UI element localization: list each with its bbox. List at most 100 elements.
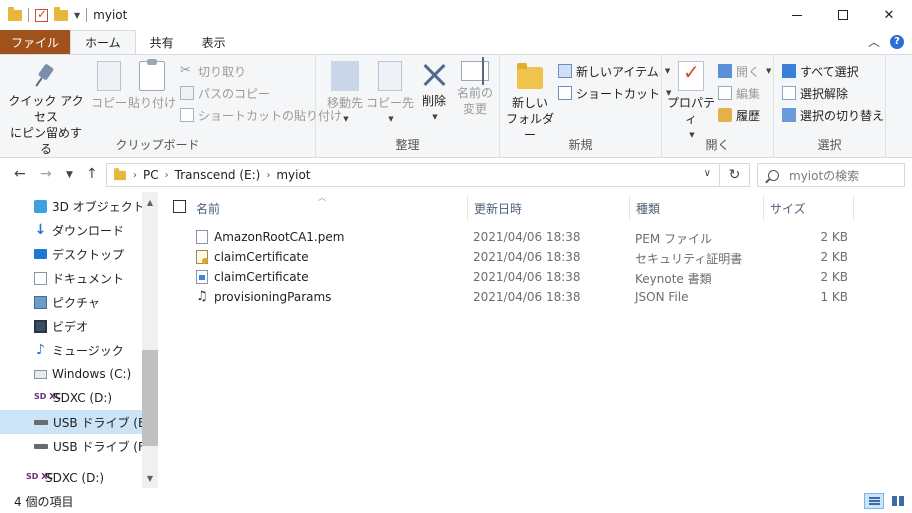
nav-item-label: ピクチャ xyxy=(52,295,100,310)
nav-item-label: デスクトップ xyxy=(52,247,125,262)
nav-scrollbar[interactable]: ▲ ▼ xyxy=(142,192,158,488)
file-type: セキュリティ証明書 xyxy=(635,252,743,266)
details-view-button[interactable] xyxy=(864,493,884,509)
recent-locations-button[interactable]: ▼ xyxy=(66,170,73,180)
open-button[interactable]: 開く ▼ xyxy=(718,61,771,81)
new-folder-quick-icon[interactable] xyxy=(54,6,68,21)
nav-item-documents[interactable]: ドキュメント xyxy=(0,266,142,290)
tab-file[interactable]: ファイル xyxy=(0,30,71,54)
shortcut-button[interactable]: ショートカット ▼ xyxy=(558,83,671,103)
select-none-button[interactable]: 選択解除 xyxy=(782,83,848,103)
new-item-button[interactable]: 新しいアイテム ▼ xyxy=(558,61,670,81)
open-icon xyxy=(718,64,732,78)
copy-label: コピー xyxy=(90,96,127,110)
copy-path-button[interactable]: パスのコピー xyxy=(180,83,270,103)
navigation-pane: 3D オブジェクト ↓ ダウンロード デスクトップ ドキュメント ピクチャ ビデ… xyxy=(0,192,158,488)
nav-item-sdxc-d[interactable]: SD XC SDXC (D:) xyxy=(0,386,142,410)
divider xyxy=(28,8,29,22)
close-button[interactable]: ✕ xyxy=(866,0,912,30)
new-group-label: 新規 xyxy=(568,138,593,152)
search-box[interactable]: myiotの検索 xyxy=(757,163,905,187)
maximize-button[interactable] xyxy=(820,0,866,30)
copy-path-label: パスのコピー xyxy=(198,86,271,101)
file-row[interactable]: claimCertificate 2021/04/06 18:38 Keynot… xyxy=(158,268,858,288)
paste-label: 貼り付け xyxy=(128,96,177,110)
select-all-button[interactable]: すべて選択 xyxy=(782,61,859,81)
customize-toolbar-icon[interactable]: ▼ xyxy=(74,11,80,20)
properties-button[interactable]: プロパティ ▼ xyxy=(666,61,716,143)
open-group: プロパティ ▼ 開く ▼ 編集 履歴 開く xyxy=(662,55,774,159)
forward-button[interactable]: → xyxy=(40,166,52,182)
rename-button[interactable]: 名前の 変更 xyxy=(454,57,496,117)
nav-item-downloads[interactable]: ↓ ダウンロード xyxy=(0,218,142,242)
nav-item-usb-f[interactable]: USB ドライブ (F:) xyxy=(0,434,153,458)
collapse-ribbon-icon[interactable]: ︿ xyxy=(868,33,880,50)
nav-item-usb-e[interactable]: USB ドライブ (E:) xyxy=(0,410,154,434)
file-date: 2021/04/06 18:38 xyxy=(473,250,581,264)
column-header-name[interactable]: 名前 xyxy=(190,196,468,220)
properties-quick-icon[interactable] xyxy=(35,7,48,22)
file-size: 2 KB xyxy=(820,230,848,244)
nav-item-label: ミュージック xyxy=(52,343,124,358)
select-all-checkbox[interactable] xyxy=(173,200,186,213)
chevron-up-icon[interactable]: ▲ xyxy=(142,194,158,210)
search-input[interactable]: myiotの検索 xyxy=(789,167,859,184)
tab-home[interactable]: ホーム xyxy=(70,30,136,54)
chevron-down-icon[interactable]: ∨ xyxy=(704,168,711,179)
select-group-label: 選択 xyxy=(817,138,842,152)
nav-item-3d-objects[interactable]: 3D オブジェクト xyxy=(0,194,145,218)
history-button[interactable]: 履歴 xyxy=(718,105,760,125)
large-icons-view-button[interactable] xyxy=(888,493,908,509)
nav-item-music[interactable]: ♪ ミュージック xyxy=(0,338,142,362)
back-button[interactable]: ← xyxy=(14,166,26,182)
paste-button[interactable]: 貼り付け xyxy=(128,59,177,111)
file-row[interactable]: ♫ provisioningParams 2021/04/06 18:38 JS… xyxy=(158,288,858,308)
nav-item-label: ダウンロード xyxy=(52,223,125,238)
divider xyxy=(86,8,88,22)
help-icon[interactable]: ? xyxy=(890,34,904,49)
breadcrumb-drive[interactable]: Transcend (E:) xyxy=(175,168,261,182)
delete-button[interactable]: 削除 ▼ xyxy=(416,61,452,125)
document-icon xyxy=(34,271,47,285)
nav-item-pictures[interactable]: ピクチャ xyxy=(0,290,142,314)
cut-button[interactable]: ✂ 切り取り xyxy=(180,61,246,81)
column-header-size[interactable]: サイズ xyxy=(764,196,854,220)
tab-share[interactable]: 共有 xyxy=(136,30,188,54)
breadcrumb-folder[interactable]: myiot xyxy=(276,168,310,182)
file-row[interactable]: AmazonRootCA1.pem 2021/04/06 18:38 PEM フ… xyxy=(158,228,858,248)
copy-to-button[interactable]: コピー先 ▼ xyxy=(366,61,414,127)
file-row[interactable]: claimCertificate 2021/04/06 18:38 セキュリティ… xyxy=(158,248,858,268)
sd-card-icon: SD XC xyxy=(34,391,61,401)
file-date: 2021/04/06 18:38 xyxy=(473,230,581,244)
file-date: 2021/04/06 18:38 xyxy=(473,290,581,304)
copy-icon xyxy=(97,61,121,91)
cut-label: 切り取り xyxy=(198,64,247,79)
minimize-button[interactable] xyxy=(774,0,820,30)
refresh-button[interactable]: ↻ xyxy=(720,163,750,187)
breadcrumb-pc[interactable]: PC xyxy=(143,168,159,182)
nav-item-label: USB ドライブ (F:) xyxy=(53,439,153,454)
nav-item-sdxc-d-root[interactable]: SD XC SDXC (D:) xyxy=(0,466,142,490)
scroll-thumb[interactable] xyxy=(142,350,158,446)
column-header-type[interactable]: 種類 xyxy=(630,196,764,220)
file-name: claimCertificate xyxy=(214,250,309,264)
usb-icon xyxy=(34,419,48,425)
column-header-date[interactable]: 更新日時 xyxy=(468,196,630,220)
nav-item-videos[interactable]: ビデオ xyxy=(0,314,142,338)
move-to-button[interactable]: 移動先 ▼ xyxy=(322,61,368,127)
select-all-label: すべて選択 xyxy=(800,64,859,79)
title-bar: ▼ myiot ✕ xyxy=(0,0,912,30)
nav-item-drive-c[interactable]: Windows (C:) xyxy=(0,362,142,386)
new-folder-button[interactable]: 新しい フォルダー xyxy=(506,61,554,143)
tab-view[interactable]: 表示 xyxy=(188,30,240,54)
minimize-icon xyxy=(792,14,802,16)
copy-button[interactable]: コピー xyxy=(90,61,128,111)
certificate-icon xyxy=(196,250,208,264)
address-bar[interactable]: › PC › Transcend (E:) › myiot ∨ xyxy=(106,163,720,187)
edit-button[interactable]: 編集 xyxy=(718,83,760,103)
chevron-down-icon[interactable]: ▼ xyxy=(142,470,158,486)
up-button[interactable]: ↑ xyxy=(86,166,98,182)
invert-selection-button[interactable]: 選択の切り替え xyxy=(782,105,884,125)
nav-item-desktop[interactable]: デスクトップ xyxy=(0,242,142,266)
details-view-icon xyxy=(869,497,880,505)
